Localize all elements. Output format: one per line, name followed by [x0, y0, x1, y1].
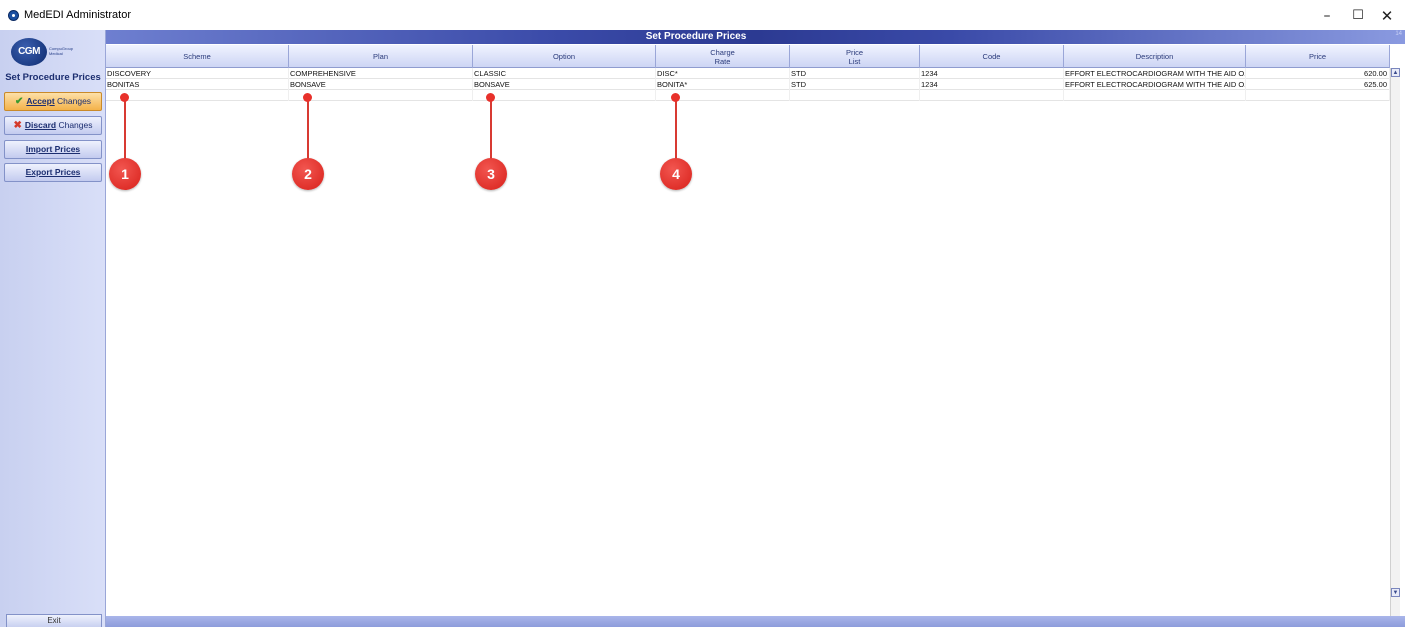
cell-option[interactable]: BONSAVE [473, 79, 656, 90]
logo-mark: CGM [11, 38, 47, 66]
callout-badge-4: 4 [660, 158, 692, 190]
column-header-label: Description [1135, 52, 1174, 61]
column-header-label: Price List [845, 47, 864, 66]
app-icon [8, 10, 19, 21]
cell-code[interactable] [920, 90, 1064, 101]
cell-price[interactable] [1246, 90, 1390, 101]
minimize-button[interactable]: – [1312, 6, 1342, 26]
callout-dot-1 [120, 93, 129, 102]
column-header-code[interactable]: Code [920, 45, 1064, 68]
discard-label-bold: Discard [24, 120, 57, 130]
window-title: MedEDI Administrator [24, 9, 131, 21]
cell-price-list[interactable]: STD [790, 68, 920, 79]
scroll-up-arrow-icon[interactable]: ▲ [1391, 68, 1400, 77]
table-row[interactable]: DISCOVERY COMPREHENSIVE CLASSIC DISC* ST… [106, 68, 1390, 79]
table-row-new[interactable] [106, 90, 1390, 101]
callout-line-1 [124, 97, 126, 165]
callout-badge-2: 2 [292, 158, 324, 190]
discard-changes-button[interactable]: ✖ Discard Changes [4, 116, 102, 135]
column-header-price[interactable]: Price [1246, 45, 1390, 68]
cell-charge-rate[interactable]: BONITA* [656, 79, 790, 90]
grid-header: Scheme Plan Option Charge Rate Price Lis… [106, 45, 1390, 68]
callout-line-4 [675, 97, 677, 165]
cell-plan[interactable]: BONSAVE [289, 79, 473, 90]
cell-code[interactable]: 1234 [920, 68, 1064, 79]
cross-icon: ✖ [13, 120, 22, 131]
table-row[interactable]: BONITAS BONSAVE BONSAVE BONITA* STD 1234… [106, 79, 1390, 90]
cell-description[interactable]: EFFORT ELECTROCARDIOGRAM WITH THE AID O.… [1064, 68, 1246, 79]
column-header-description[interactable]: Description [1064, 45, 1246, 68]
column-header-price-list[interactable]: Price List [790, 45, 920, 68]
logo-tagline-2: Medical [49, 51, 63, 56]
cell-plan[interactable] [289, 90, 473, 101]
cell-code[interactable]: 1234 [920, 79, 1064, 90]
close-button[interactable]: ✕ [1372, 6, 1402, 26]
discard-label-rest: Changes [56, 120, 93, 130]
column-header-label: Plan [372, 52, 388, 61]
cell-price[interactable]: 620.00 [1246, 68, 1390, 79]
cell-plan[interactable]: COMPREHENSIVE [289, 68, 473, 79]
column-header-label: Scheme [183, 52, 211, 61]
logo-mark-text: CGM [18, 46, 40, 57]
price-grid: DISCOVERY COMPREHENSIVE CLASSIC DISC* ST… [106, 68, 1390, 616]
callout-dot-3 [486, 93, 495, 102]
cell-option[interactable]: CLASSIC [473, 68, 656, 79]
cell-scheme[interactable]: BONITAS [106, 79, 289, 90]
exit-button[interactable]: Exit [6, 614, 102, 627]
callout-line-2 [307, 97, 309, 165]
form-banner: Set Procedure Prices 14 [106, 30, 1405, 44]
callout-dot-4 [671, 93, 680, 102]
export-label: Export Prices [25, 167, 81, 177]
maximize-button[interactable]: ☐ [1343, 6, 1373, 26]
banner-counter: 14 [1395, 31, 1402, 37]
column-header-label: Option [552, 52, 576, 61]
accept-label-rest: Changes [54, 96, 92, 106]
callout-line-3 [490, 97, 492, 165]
column-header-plan[interactable]: Plan [289, 45, 473, 68]
title-bar: MedEDI Administrator – ☐ ✕ [0, 0, 1405, 30]
callout-badge-1: 1 [109, 158, 141, 190]
cell-scheme[interactable]: DISCOVERY [106, 68, 289, 79]
callout-badge-3: 3 [475, 158, 507, 190]
import-prices-button[interactable]: Import Prices [4, 140, 102, 159]
scroll-down-arrow-icon[interactable]: ▼ [1391, 588, 1400, 597]
import-label: Import Prices [25, 144, 81, 154]
column-header-label: Charge Rate [710, 47, 735, 66]
sidebar-heading: Set Procedure Prices [5, 72, 101, 83]
cell-price[interactable]: 625.00 [1246, 79, 1390, 90]
vertical-scrollbar[interactable]: ▲ ▼ [1390, 68, 1400, 616]
accept-label-bold: Accept [26, 96, 55, 106]
cell-price-list[interactable] [790, 90, 920, 101]
sidebar: CGM CompuGroup Medical Set Procedure Pri… [0, 30, 106, 627]
status-bar [106, 616, 1405, 627]
cell-description[interactable]: EFFORT ELECTROCARDIOGRAM WITH THE AID O.… [1064, 79, 1246, 90]
cell-scheme[interactable] [106, 90, 289, 101]
logo-tagline: CompuGroup Medical [49, 46, 73, 56]
column-header-option[interactable]: Option [473, 45, 656, 68]
logo: CGM CompuGroup Medical [11, 38, 101, 66]
cell-charge-rate[interactable]: DISC* [656, 68, 790, 79]
form-title: Set Procedure Prices [645, 31, 747, 42]
cell-price-list[interactable]: STD [790, 79, 920, 90]
accept-changes-button[interactable]: ✔ Accept Changes [4, 92, 102, 111]
column-header-label: Code [982, 52, 1001, 61]
column-header-label: Price [1308, 52, 1327, 61]
cell-description[interactable] [1064, 90, 1246, 101]
column-header-scheme[interactable]: Scheme [106, 45, 289, 68]
check-icon: ✔ [14, 96, 24, 107]
callout-dot-2 [303, 93, 312, 102]
cell-option[interactable] [473, 90, 656, 101]
export-prices-button[interactable]: Export Prices [4, 163, 102, 182]
column-header-charge-rate[interactable]: Charge Rate [656, 45, 790, 68]
